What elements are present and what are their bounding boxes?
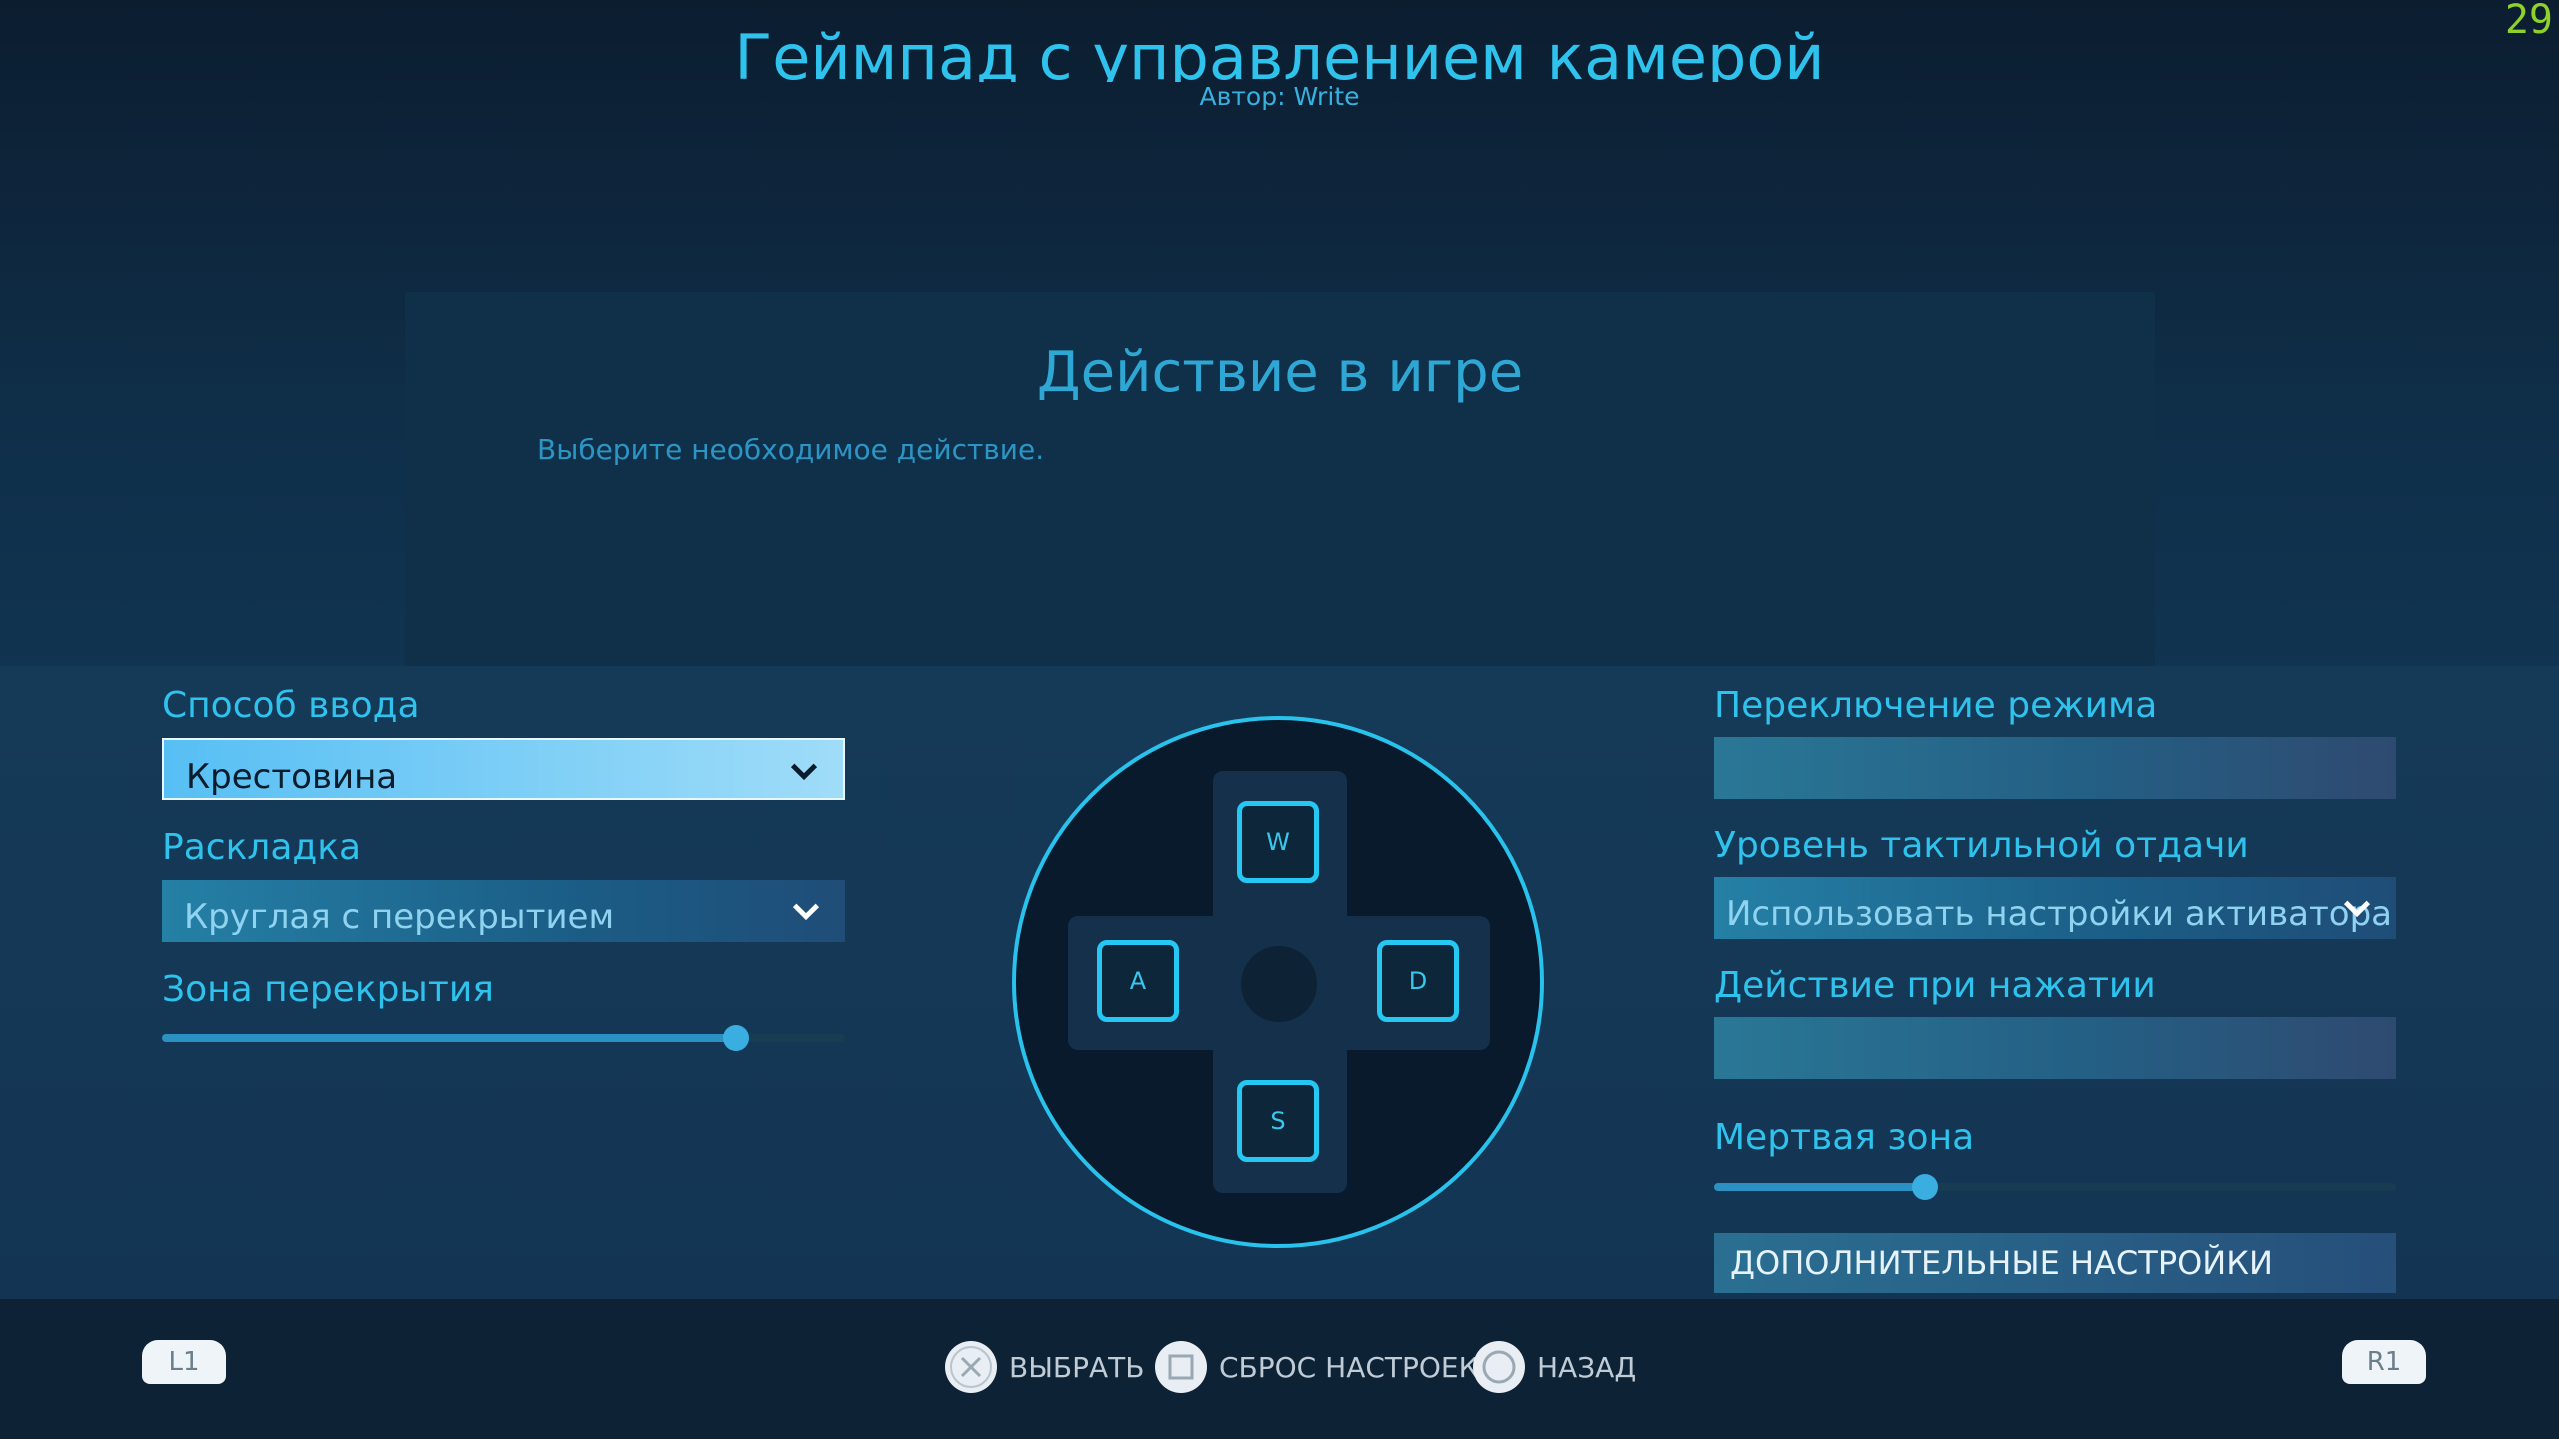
r1-button[interactable]: R1: [2342, 1340, 2426, 1384]
action-description: Выберите необходимое действие.: [537, 433, 1045, 466]
author-label: Автор: Write: [1199, 82, 1360, 111]
chevron-down-icon: [2343, 900, 2371, 918]
action-panel: Действие в игре Выберите необходимое дей…: [405, 292, 2155, 666]
overlap-zone-label: Зона перекрытия: [162, 969, 494, 1010]
dead-zone-slider[interactable]: [1714, 1174, 2396, 1200]
dead-zone-label: Мертвая зона: [1714, 1117, 1975, 1158]
layout-dropdown[interactable]: Круглая с перекрытием: [162, 880, 845, 942]
select-hint[interactable]: ВЫБРАТЬ: [945, 1341, 1145, 1397]
mode-switch-label: Переключение режима: [1714, 685, 2158, 726]
slider-fill: [1714, 1183, 1926, 1191]
layout-value: Круглая с перекрытием: [184, 897, 615, 937]
dpad-key-right[interactable]: D: [1377, 940, 1459, 1022]
slider-fill: [162, 1034, 736, 1042]
reset-label: СБРОС НАСТРОЕК: [1219, 1351, 1479, 1384]
dpad-center: [1241, 946, 1317, 1022]
input-method-label: Способ ввода: [162, 685, 420, 726]
chevron-down-icon: [792, 903, 820, 921]
overlap-zone-slider[interactable]: [162, 1025, 845, 1051]
advanced-settings-label: ДОПОЛНИТЕЛЬНЫЕ НАСТРОЙКИ: [1730, 1244, 2273, 1282]
reset-hint[interactable]: СБРОС НАСТРОЕК: [1155, 1341, 1479, 1397]
haptic-dropdown[interactable]: Использовать настройки активатора: [1714, 877, 2396, 939]
dpad-key-up[interactable]: W: [1237, 801, 1319, 883]
click-action-field[interactable]: [1714, 1017, 2396, 1079]
dpad-key-left[interactable]: A: [1097, 940, 1179, 1022]
click-action-label: Действие при нажатии: [1714, 965, 2156, 1006]
mode-switch-field[interactable]: [1714, 737, 2396, 799]
chevron-down-icon: [790, 763, 818, 781]
cross-button-icon: [945, 1341, 997, 1393]
advanced-settings-button[interactable]: ДОПОЛНИТЕЛЬНЫЕ НАСТРОЙКИ: [1714, 1233, 2396, 1293]
slider-handle[interactable]: [722, 1025, 749, 1051]
select-label: ВЫБРАТЬ: [1009, 1351, 1145, 1384]
dpad-key-down[interactable]: S: [1237, 1080, 1319, 1162]
back-hint[interactable]: НАЗАД: [1473, 1341, 1653, 1397]
square-button-icon: [1155, 1341, 1207, 1393]
input-method-dropdown[interactable]: Крестовина: [162, 738, 845, 800]
l1-button[interactable]: L1: [142, 1340, 226, 1384]
back-label: НАЗАД: [1537, 1351, 1637, 1384]
action-title: Действие в игре: [1036, 340, 1524, 405]
layout-label: Раскладка: [162, 827, 362, 868]
input-method-value: Крестовина: [186, 757, 398, 797]
page-title: Геймпад с управлением камерой: [734, 21, 1825, 82]
haptic-value: Использовать настройки активатора: [1726, 894, 2392, 934]
haptic-label: Уровень тактильной отдачи: [1714, 825, 2249, 866]
circle-button-icon: [1473, 1341, 1525, 1393]
